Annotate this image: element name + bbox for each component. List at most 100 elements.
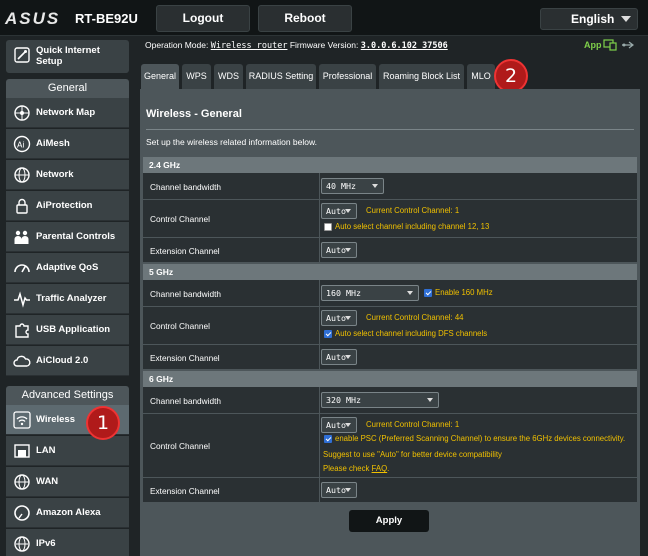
bandwidth-label: Channel bandwidth — [150, 396, 222, 406]
sidebar-item-label: Adaptive QoS — [36, 262, 99, 273]
chevron-down-icon — [345, 355, 351, 359]
tab-wds[interactable]: WDS — [214, 64, 243, 89]
enable-160-checkbox[interactable] — [424, 289, 432, 297]
sidebar-item-lan[interactable]: LAN — [6, 436, 129, 466]
extension-channel-label: Extension Channel — [150, 486, 220, 496]
devices-icon[interactable] — [603, 39, 617, 51]
band-5-bandwidth-select[interactable]: 160 MHz — [321, 285, 419, 301]
network-map-icon — [14, 105, 30, 121]
sidebar-item-amazon-alexa[interactable]: Amazon Alexa — [6, 498, 129, 528]
callout-badge-2: 2 — [494, 59, 528, 93]
sidebar-item-traffic-analyzer[interactable]: Traffic Analyzer — [6, 284, 129, 314]
quick-internet-setup-button[interactable]: Quick Internet Setup — [6, 40, 129, 73]
title-divider — [146, 129, 634, 130]
logout-button[interactable]: Logout — [156, 5, 250, 32]
bandwidth-label: Channel bandwidth — [150, 289, 222, 299]
sidebar-item-usb-application[interactable]: USB Application — [6, 315, 129, 345]
band-24-control-select[interactable]: Auto — [321, 203, 357, 219]
faq-prefix: Please check — [323, 464, 372, 473]
puzzle-icon — [15, 323, 29, 338]
sidebar-item-network[interactable]: Network — [6, 160, 129, 190]
chevron-down-icon — [345, 316, 351, 320]
band-6-control-row: Control Channel Auto Current Control Cha… — [143, 414, 637, 478]
reboot-button[interactable]: Reboot — [258, 5, 352, 32]
language-value: English — [571, 12, 615, 26]
band-24-extension-select[interactable]: Auto — [321, 242, 357, 258]
auto-suggestion: Suggest to use "Auto" for better device … — [323, 450, 502, 459]
sidebar-item-label: Parental Controls — [36, 231, 116, 242]
sidebar-item-network-map[interactable]: Network Map — [6, 98, 129, 128]
sidebar-item-ipv6[interactable]: IPv6 — [6, 529, 129, 556]
language-select[interactable]: English — [540, 8, 638, 30]
tab-radius-setting[interactable]: RADIUS Setting — [246, 64, 316, 89]
tab-wps[interactable]: WPS — [182, 64, 211, 89]
band-5-extension-select[interactable]: Auto — [321, 349, 357, 365]
band-6-bandwidth-select[interactable]: 320 MHz — [321, 392, 439, 408]
firmware-link[interactable]: 3.0.0.6.102_37506 — [361, 41, 448, 51]
chevron-down-icon — [621, 16, 631, 22]
wifi-icon — [13, 411, 31, 429]
band-6-current-channel: Current Control Channel: 1 — [366, 420, 460, 429]
band-6-extension-select[interactable]: Auto — [321, 482, 357, 498]
band-5-control-row: Control Channel Auto Current Control Cha… — [143, 307, 637, 345]
sidebar-item-label: AiProtection — [36, 200, 93, 211]
column-divider — [319, 307, 320, 344]
bandwidth-label: Channel bandwidth — [150, 182, 222, 192]
sidebar-item-label: IPv6 — [36, 538, 56, 549]
control-channel-label: Control Channel — [150, 321, 210, 331]
op-mode-link[interactable]: Wireless router — [211, 41, 288, 51]
general-section-header: General — [6, 79, 129, 98]
select-value: 40 MHz — [326, 181, 356, 191]
band-5-control-select[interactable]: Auto — [321, 310, 357, 326]
status-line: Operation Mode: Wireless router Firmware… — [145, 40, 448, 51]
lock-icon — [16, 198, 28, 214]
sidebar-item-label: Amazon Alexa — [36, 507, 101, 518]
chevron-down-icon — [345, 248, 351, 252]
sidebar-item-aiprotection[interactable]: AiProtection — [6, 191, 129, 221]
sidebar-item-aicloud-2-0[interactable]: AiCloud 2.0 — [6, 346, 129, 376]
gauge-icon — [14, 264, 30, 273]
band-6-extension-row: Extension Channel Auto — [143, 478, 637, 503]
svg-text:Ai: Ai — [17, 141, 25, 150]
extension-channel-label: Extension Channel — [150, 353, 220, 363]
cloud-icon — [13, 355, 31, 367]
band-24-auto-checkbox[interactable] — [324, 223, 332, 231]
page-title: Wireless - General — [146, 108, 242, 120]
quick-setup-label: Quick Internet Setup — [36, 45, 100, 67]
column-divider — [319, 345, 320, 369]
sidebar-item-parental-controls[interactable]: Parental Controls — [6, 222, 129, 252]
alexa-icon — [14, 505, 30, 521]
tab-mlo[interactable]: MLO — [467, 64, 495, 89]
faq-link[interactable]: FAQ — [372, 464, 388, 473]
page-description: Set up the wireless related information … — [146, 137, 318, 147]
select-value: 320 MHz — [326, 395, 361, 405]
control-channel-label: Control Channel — [150, 214, 210, 224]
app-label[interactable]: App — [584, 40, 602, 50]
tab-general[interactable]: General — [141, 64, 179, 89]
band-6-control-select[interactable]: Auto — [321, 417, 357, 433]
sidebar-item-wan[interactable]: WAN — [6, 467, 129, 497]
magic-wand-icon — [14, 47, 30, 63]
band-24-extension-row: Extension Channel Auto — [143, 238, 637, 263]
psc-label: enable PSC (Preferred Scanning Channel) … — [335, 434, 626, 443]
advanced-section-header: Advanced Settings — [6, 386, 129, 405]
sidebar-item-label: USB Application — [36, 324, 111, 335]
tab-professional[interactable]: Professional — [319, 64, 376, 89]
band-5-extension-row: Extension Channel Auto — [143, 345, 637, 370]
band-5-auto-checkbox[interactable] — [324, 330, 332, 338]
op-mode-label: Operation Mode: — [145, 40, 209, 50]
sidebar-item-adaptive-qos[interactable]: Adaptive QoS — [6, 253, 129, 283]
sidebar-item-label: Wireless — [36, 414, 75, 425]
chevron-down-icon — [345, 209, 351, 213]
tab-roaming-block-list[interactable]: Roaming Block List — [379, 64, 464, 89]
sidebar-item-label: Network Map — [36, 107, 96, 118]
sidebar-item-label: WAN — [36, 476, 59, 487]
sidebar-item-aimesh[interactable]: Ai AiMesh — [6, 129, 129, 159]
column-divider — [319, 173, 320, 199]
band-24-current-channel: Current Control Channel: 1 — [366, 206, 460, 215]
band-24-bandwidth-select[interactable]: 40 MHz — [321, 178, 384, 194]
apply-button[interactable]: Apply — [349, 510, 429, 532]
psc-checkbox[interactable] — [324, 435, 332, 443]
sidebar-item-label: Network — [36, 169, 74, 180]
band-24-auto-label: Auto select channel including channel 12… — [335, 222, 490, 231]
